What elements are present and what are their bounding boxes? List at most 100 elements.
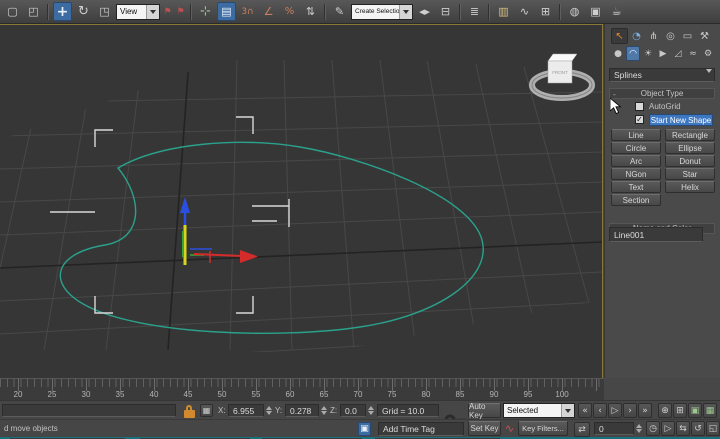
section-button[interactable]: Section <box>611 194 661 206</box>
shape-type-dropdown[interactable]: Splines <box>609 68 715 82</box>
x-spinner[interactable] <box>265 404 272 417</box>
use-pivot-center-icon[interactable]: ⚑ <box>162 2 173 21</box>
curve-editor-icon[interactable]: ∿ <box>515 2 534 21</box>
window-crossing-icon[interactable]: ◰ <box>24 2 43 21</box>
angle-snap-icon[interactable]: ∠ <box>259 2 278 21</box>
tab-motion[interactable]: ◎ <box>662 28 679 44</box>
orbit-button[interactable]: ↺ <box>691 421 705 436</box>
z-coordinate-field[interactable]: 0.0 <box>340 404 366 417</box>
tab-display[interactable]: ▭ <box>679 28 696 44</box>
dropdown-arrow-icon[interactable] <box>706 73 712 83</box>
move-gizmo[interactable] <box>180 197 258 265</box>
category-lights-icon[interactable]: ☀ <box>641 46 655 61</box>
zoom-button[interactable]: ⊕ <box>658 403 672 418</box>
category-cameras-icon[interactable]: ▶ <box>656 46 670 61</box>
arc-button[interactable]: Arc <box>611 155 661 167</box>
frame-spinner[interactable] <box>635 422 642 435</box>
key-filters-button[interactable]: Key Filters... <box>518 421 568 436</box>
select-and-move-icon[interactable]: + <box>53 2 72 21</box>
field-of-view-button[interactable]: ▷ <box>661 421 675 436</box>
perspective-viewport[interactable]: FRONT <box>0 24 603 379</box>
start-new-shape-button[interactable]: Start New Shape <box>649 114 713 126</box>
use-selection-center-icon[interactable]: ⚑ <box>175 2 186 21</box>
object-type-rollout-header[interactable]: - Object Type <box>609 88 715 99</box>
snaps-toggle-icon[interactable]: 3∩ <box>238 2 257 21</box>
timeline-label: 30 <box>75 390 97 399</box>
category-spacewarps-icon[interactable]: ≈ <box>686 46 700 61</box>
category-helpers-icon[interactable]: ◿ <box>671 46 685 61</box>
current-frame-field[interactable]: 0 <box>594 422 634 435</box>
layer-manager-icon[interactable]: ≣ <box>465 2 484 21</box>
reference-coordinate-dropdown[interactable]: View <box>116 4 160 20</box>
x-coordinate-field[interactable]: 6.955 <box>228 404 264 417</box>
rectangular-selection-icon[interactable]: ▢ <box>3 2 22 21</box>
timeline-label: 40 <box>143 390 165 399</box>
align-icon[interactable]: ⊟ <box>436 2 455 21</box>
category-geometry-icon[interactable]: ● <box>611 46 625 61</box>
circle-button[interactable]: Circle <box>611 142 661 154</box>
tab-create[interactable]: ↖ <box>611 28 628 44</box>
spinner-snap-icon[interactable]: ⇅ <box>301 2 320 21</box>
zoom-extents-all-button[interactable]: ▦ <box>703 403 717 418</box>
dropdown-arrow-icon[interactable] <box>399 5 412 19</box>
spline-shape[interactable] <box>60 142 483 333</box>
category-shapes-icon[interactable]: ◠ <box>626 46 640 61</box>
ngon-button[interactable]: NGon <box>611 168 661 180</box>
timeline-ruler[interactable]: 20 25 30 35 40 45 50 55 60 65 70 75 80 8… <box>0 378 604 401</box>
star-button[interactable]: Star <box>665 168 715 180</box>
tab-utilities[interactable]: ⚒ <box>696 28 713 44</box>
zoom-all-button[interactable]: ⊞ <box>673 403 687 418</box>
keyboard-shortcut-override-icon[interactable]: ▤ <box>217 2 236 21</box>
dropdown-arrow-icon[interactable] <box>561 404 574 417</box>
line-button[interactable]: Line <box>611 129 661 141</box>
mirror-icon[interactable]: ◀▶ <box>415 2 434 21</box>
absolute-offset-toggle-icon[interactable]: ▦ <box>200 404 213 417</box>
y-spinner[interactable] <box>320 404 327 417</box>
z-spinner[interactable] <box>367 404 374 417</box>
tab-modify[interactable]: ◔ <box>628 28 645 44</box>
track-bar[interactable] <box>2 404 176 417</box>
start-new-shape-checkbox[interactable]: ✓ <box>635 115 644 124</box>
schematic-view-icon[interactable]: ⊞ <box>536 2 555 21</box>
percent-snap-icon[interactable]: % <box>280 2 299 21</box>
container-icon[interactable]: ▥ <box>494 2 513 21</box>
render-setup-icon[interactable]: ◍ <box>565 2 584 21</box>
go-to-end-button[interactable]: » <box>638 403 652 418</box>
maximize-viewport-button[interactable]: ◱ <box>706 421 720 436</box>
dropdown-arrow-icon[interactable] <box>146 5 159 19</box>
edit-named-selection-sets-icon[interactable]: ✎ <box>330 2 349 21</box>
render-production-icon[interactable]: ☕ <box>607 2 626 21</box>
viewport-canvas[interactable]: FRONT <box>0 25 602 379</box>
go-to-start-button[interactable]: « <box>578 403 592 418</box>
key-selection-dropdown[interactable]: Selected <box>503 403 575 418</box>
time-configuration-button[interactable]: ◷ <box>646 421 660 436</box>
named-selection-set-dropdown[interactable]: Create Selection Se <box>351 4 413 20</box>
category-systems-icon[interactable]: ⚙ <box>701 46 715 61</box>
selection-lock-icon[interactable] <box>184 405 196 418</box>
play-button[interactable]: ▷ <box>608 403 622 418</box>
text-button[interactable]: Text <box>611 181 661 193</box>
selection-lock-toggle-icon[interactable]: ▣ <box>358 422 371 436</box>
set-key-button[interactable]: Set Key <box>468 421 501 436</box>
rendered-frame-window-icon[interactable]: ▣ <box>586 2 605 21</box>
tab-hierarchy[interactable]: ⋔ <box>645 28 662 44</box>
next-frame-button[interactable]: › <box>623 403 637 418</box>
select-and-manipulate-icon[interactable]: ⊹ <box>196 2 215 21</box>
rectangle-button[interactable]: Rectangle <box>665 129 715 141</box>
add-time-tag-field[interactable]: Add Time Tag <box>378 422 464 436</box>
zoom-extents-button[interactable]: ▣ <box>688 403 702 418</box>
y-coordinate-field[interactable]: 0.278 <box>285 404 319 417</box>
donut-button[interactable]: Donut <box>665 155 715 167</box>
key-mode-toggle-icon[interactable]: ⇄ <box>574 422 590 437</box>
previous-frame-button[interactable]: ‹ <box>593 403 607 418</box>
ellipse-button[interactable]: Ellipse <box>665 142 715 154</box>
autogrid-checkbox[interactable] <box>635 102 644 111</box>
pan-button[interactable]: ⇆ <box>676 421 690 436</box>
new-key-curve-icon[interactable]: ∿ <box>503 421 516 436</box>
viewcube[interactable]: FRONT <box>532 54 592 98</box>
object-name-field[interactable]: Line001 <box>609 227 703 242</box>
auto-key-button[interactable]: Auto Key <box>468 403 501 418</box>
helix-button[interactable]: Helix <box>665 181 715 193</box>
scale-icon[interactable]: ◳ <box>95 2 114 21</box>
rotate-icon[interactable]: ↻ <box>74 2 93 21</box>
